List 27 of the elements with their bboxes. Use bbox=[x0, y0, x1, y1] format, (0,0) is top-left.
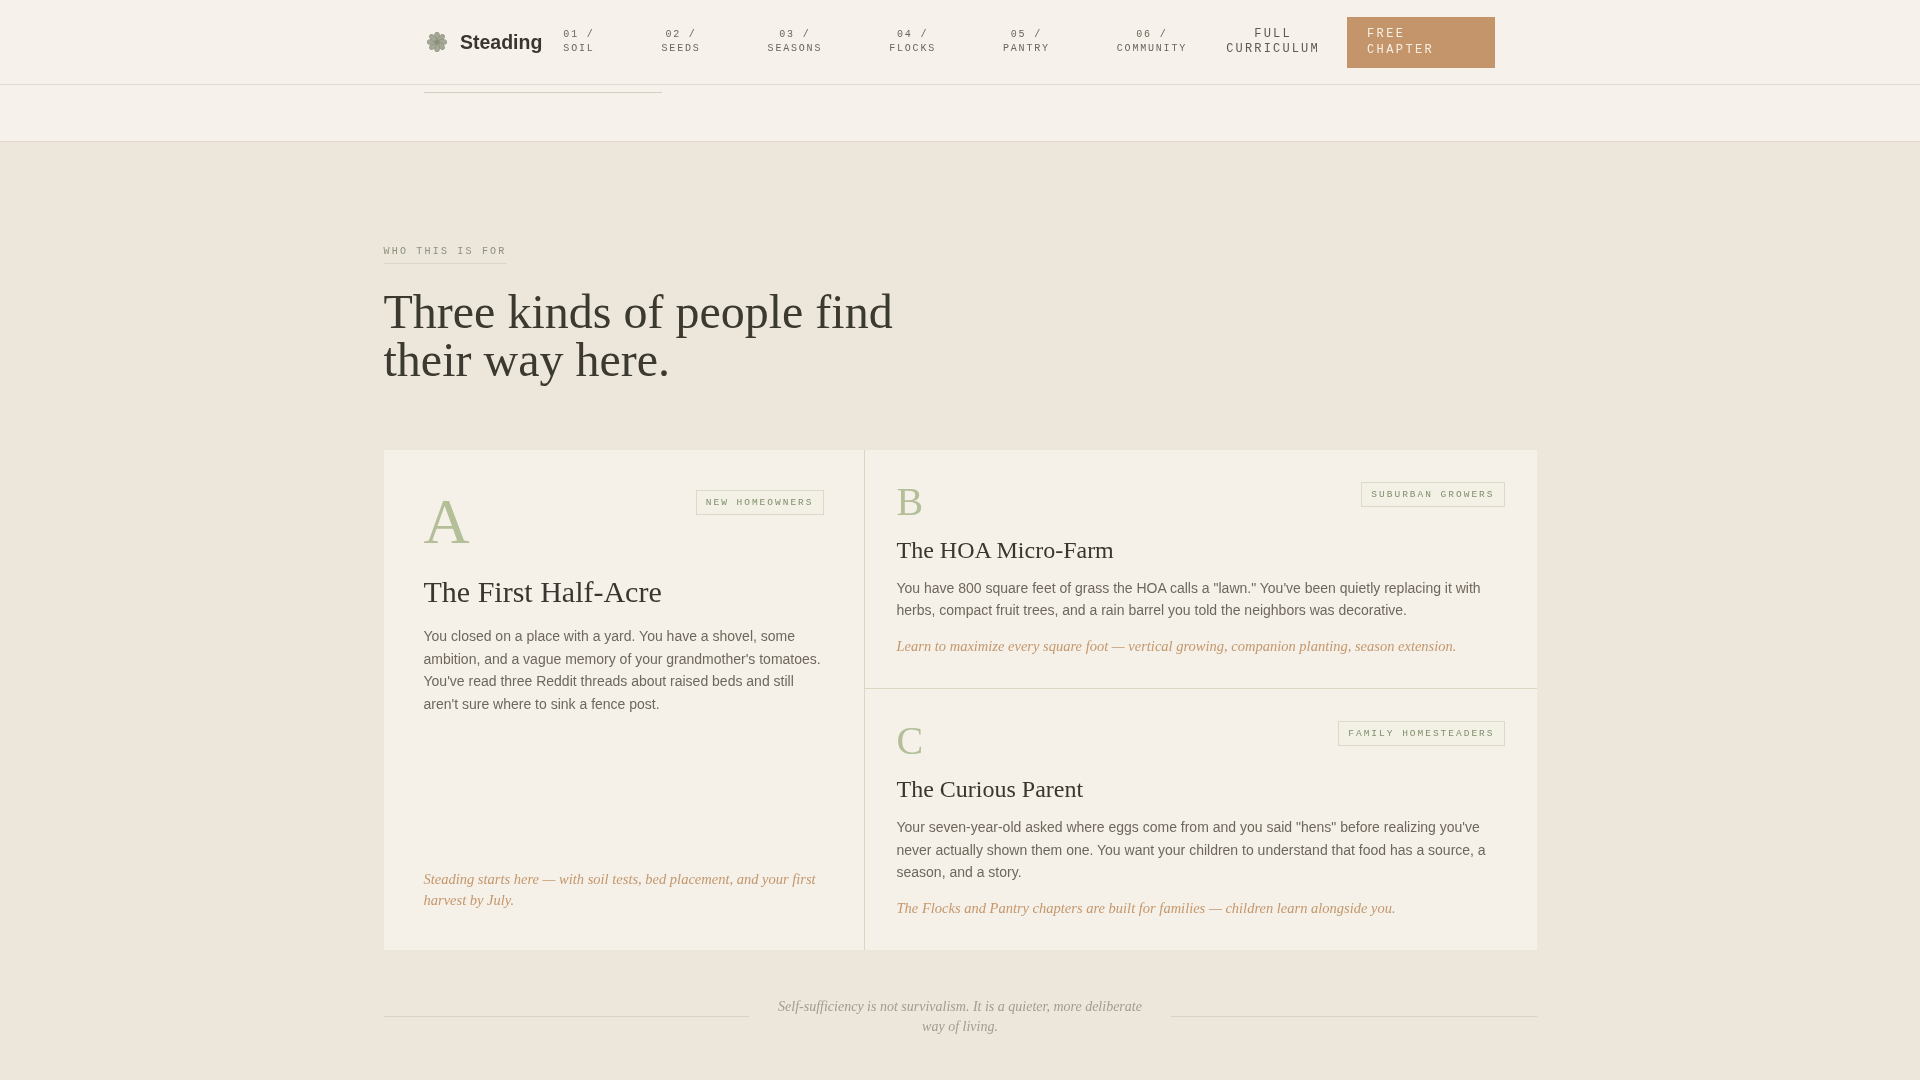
card-note: Steading starts here — with soil tests, bed placement, and your first harvest by July. bbox=[423, 870, 817, 910]
card-note: Learn to maximize every square foot — vertical growing, companion planting, season extension. bbox=[896, 636, 1458, 656]
audience-tag: SUBURBAN GROWERS bbox=[1361, 482, 1505, 507]
nav-link[interactable]: 01 / SOIL bbox=[563, 27, 595, 57]
nav-link[interactable]: 05 / PANTRY bbox=[1003, 27, 1050, 57]
nav-link[interactable]: 02 / SEEDS bbox=[661, 27, 701, 57]
nav-link[interactable]: 06 / COMMUNITY bbox=[1116, 27, 1188, 57]
audience-tag: FAMILY HOMESTEADERS bbox=[1338, 721, 1505, 747]
card-note: The Flocks and Pantry chapters are built for families — children learn alongside you. bbox=[896, 898, 1397, 918]
card-description: Your seven-year-old asked where eggs come from and you said "hens" before realizing you've never actually shown them one. You want your children to understand that food has a source, a season, and a story. bbox=[896, 818, 1487, 883]
flower-icon bbox=[427, 32, 447, 52]
card-title: The HOA Micro-Farm bbox=[896, 536, 1115, 565]
card-letter: C bbox=[896, 721, 924, 762]
card-description: You closed on a place with a yard. You have a shovel, some ambition, and a vague memory of your grandmother's tomatoes. You've read three Reddit threads about raised beds and still aren't sure where to sink a fence post. bbox=[423, 627, 822, 714]
nav-link[interactable]: 03 / SEASONS bbox=[767, 27, 823, 57]
nav-link[interactable]: 04 / FLOCKS bbox=[889, 27, 936, 57]
curriculum-link[interactable]: FULL CURRICULUM bbox=[1223, 26, 1324, 58]
card-title: The First Half-Acre bbox=[423, 574, 663, 610]
card-description: You have 800 square feet of grass the HOA calls a "lawn." You've been quietly replacing it with herbs, compact fruit trees, and a rain barrel you told the neighbors was decorative. bbox=[896, 578, 1482, 621]
audience-tag: NEW HOMEOWNERS bbox=[695, 490, 824, 515]
section-eyebrow: WHO THIS IS FOR bbox=[383, 246, 507, 264]
brand-link[interactable]: Steading bbox=[427, 30, 543, 54]
card-letter: A bbox=[423, 490, 470, 554]
card-title: The Curious Parent bbox=[896, 775, 1085, 805]
section-heading: Three kinds of people find their way here. bbox=[383, 288, 894, 384]
card-letter: B bbox=[896, 482, 924, 522]
closing-quote: Self-sufficiency is not survivalism. It is a quieter, more deliberate way of living. bbox=[777, 998, 1143, 1036]
